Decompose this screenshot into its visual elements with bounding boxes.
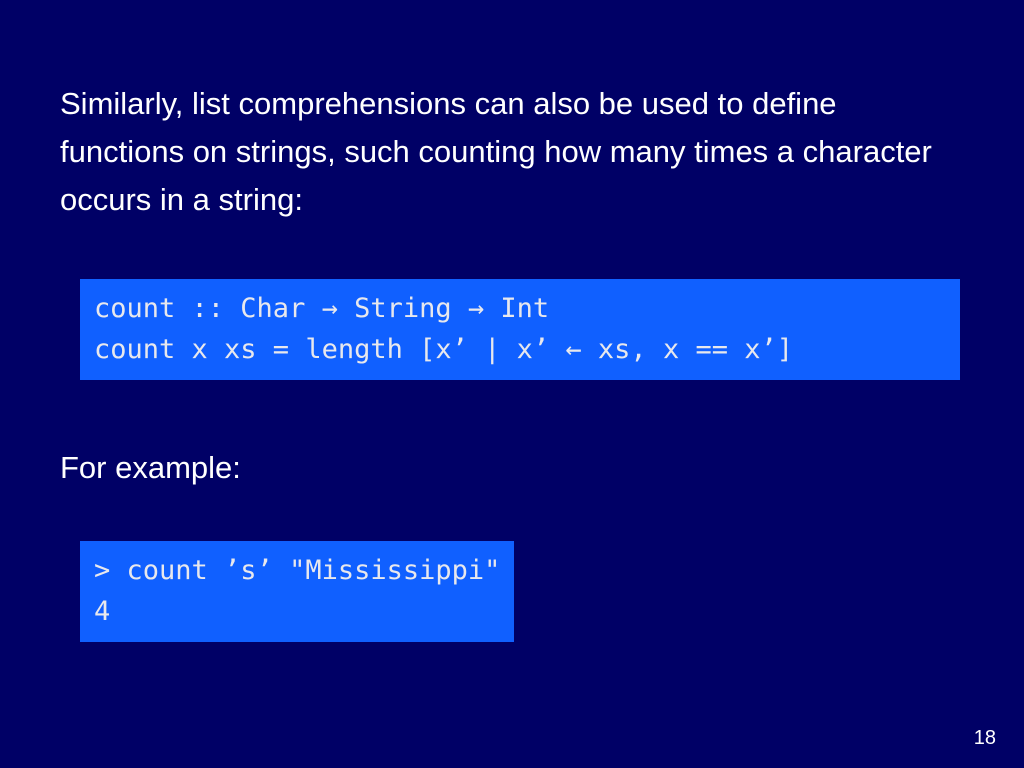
code-line-2: count x xs = length [x’ | x’ ← xs, x == … <box>94 334 793 365</box>
page-number: 18 <box>974 727 996 750</box>
code-example-line-2: 4 <box>94 596 110 627</box>
slide: Similarly, list comprehensions can also … <box>0 0 1024 768</box>
code-line-1: count :: Char → String → Int <box>94 293 549 324</box>
code-example-line-1: > count ’s’ "Mississippi" <box>94 555 500 586</box>
code-block-example: > count ’s’ "Mississippi" 4 <box>80 541 514 642</box>
intro-text: Similarly, list comprehensions can also … <box>60 80 960 224</box>
subheading: For example: <box>60 450 964 486</box>
code-block-definition: count :: Char → String → Int count x xs … <box>80 279 960 380</box>
